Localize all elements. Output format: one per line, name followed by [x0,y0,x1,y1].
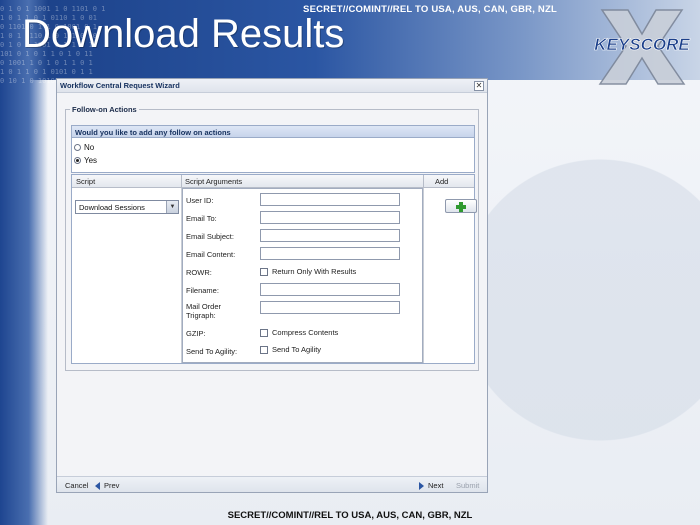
follow-on-question-panel: Would you like to add any follow on acti… [71,125,475,173]
close-icon[interactable]: ✕ [474,81,484,91]
arrow-right-icon [419,481,424,490]
column-header-script: Script [76,177,96,186]
gzip-checkbox[interactable] [260,328,268,337]
script-select[interactable]: Download Sessions ▼ [75,200,179,214]
radio-option-no[interactable]: No [72,138,474,153]
send-to-agility-checkbox-label: Send To Agility [272,345,322,354]
svg-text:KEYSCORE: KEYSCORE [594,35,690,54]
submit-button[interactable]: Submit [456,481,479,490]
rowr-checkbox[interactable] [260,267,268,276]
rowr-checkbox-row[interactable]: Return Only With Results [260,267,356,276]
classification-banner-bottom: SECRET//COMINT//REL TO USA, AUS, CAN, GB… [227,510,473,521]
arg-label-send-to-agility: Send To Agility: [186,347,238,356]
arg-label-filename: Filename: [186,286,219,295]
slide-title: Download Results [22,12,345,56]
fieldset-legend: Follow-on Actions [70,105,139,114]
send-to-agility-checkbox-row[interactable]: Send To Agility [260,345,321,354]
email-content-input[interactable] [260,247,400,260]
wizard-window: Workflow Central Request Wizard ✕ Follow… [56,78,488,493]
arg-label-email-content: Email Content: [186,250,236,259]
gzip-checkbox-row[interactable]: Compress Contents [260,328,338,337]
arg-label-mail-order-trigraph: Mail Order Trigraph: [186,302,222,320]
script-grid: Script Script Arguments Add Download Ses… [71,174,477,364]
rowr-checkbox-label: Return Only With Results [272,267,357,276]
email-to-input[interactable] [260,211,400,224]
radio-yes-label: Yes [84,156,98,165]
wizard-titlebar: Workflow Central Request Wizard ✕ [57,79,487,93]
arg-label-gzip: GZIP: [186,329,206,338]
keyscore-logo: KEYSCORE [594,9,691,85]
radio-yes-input[interactable] [74,157,81,164]
wizard-footer: Cancel Prev Next Submit [57,476,487,492]
arrow-left-icon [95,481,100,490]
wizard-title: Workflow Central Request Wizard [60,81,180,90]
plus-icon [456,202,466,212]
radio-no-label: No [84,142,95,152]
column-header-add: Add [435,177,449,186]
mail-order-trigraph-input[interactable] [260,301,400,314]
radio-no-input[interactable] [74,143,81,151]
column-divider [423,188,424,363]
column-separator [423,175,424,188]
prev-button[interactable]: Prev [95,481,119,490]
column-separator [181,175,182,188]
question-header: Would you like to add any follow on acti… [72,126,474,138]
column-header-script-arguments: Script Arguments [185,177,243,186]
add-script-button[interactable] [445,199,477,213]
grid-header: Script Script Arguments Add [72,175,474,188]
next-button[interactable]: Next [419,481,443,490]
arg-label-user-id: User ID: [186,196,214,205]
script-arguments-panel: User ID: Email To: Email Subject: Email … [182,188,423,363]
prev-label: Prev [104,481,120,490]
email-subject-input[interactable] [260,229,400,242]
chevron-down-icon[interactable]: ▼ [166,201,178,213]
script-select-value: Download Sessions [79,203,145,212]
next-label: Next [428,481,444,490]
gzip-checkbox-label: Compress Contents [272,328,339,337]
send-to-agility-checkbox[interactable] [260,345,268,354]
cancel-button[interactable]: Cancel [65,481,88,490]
radio-option-yes[interactable]: Yes [72,153,474,168]
user-id-input[interactable] [260,193,400,206]
arg-label-email-subject: Email Subject: [186,232,234,241]
filename-input[interactable] [260,283,400,296]
arg-label-email-to: Email To: [186,214,217,223]
arg-label-rowr: ROWR: [186,268,212,277]
